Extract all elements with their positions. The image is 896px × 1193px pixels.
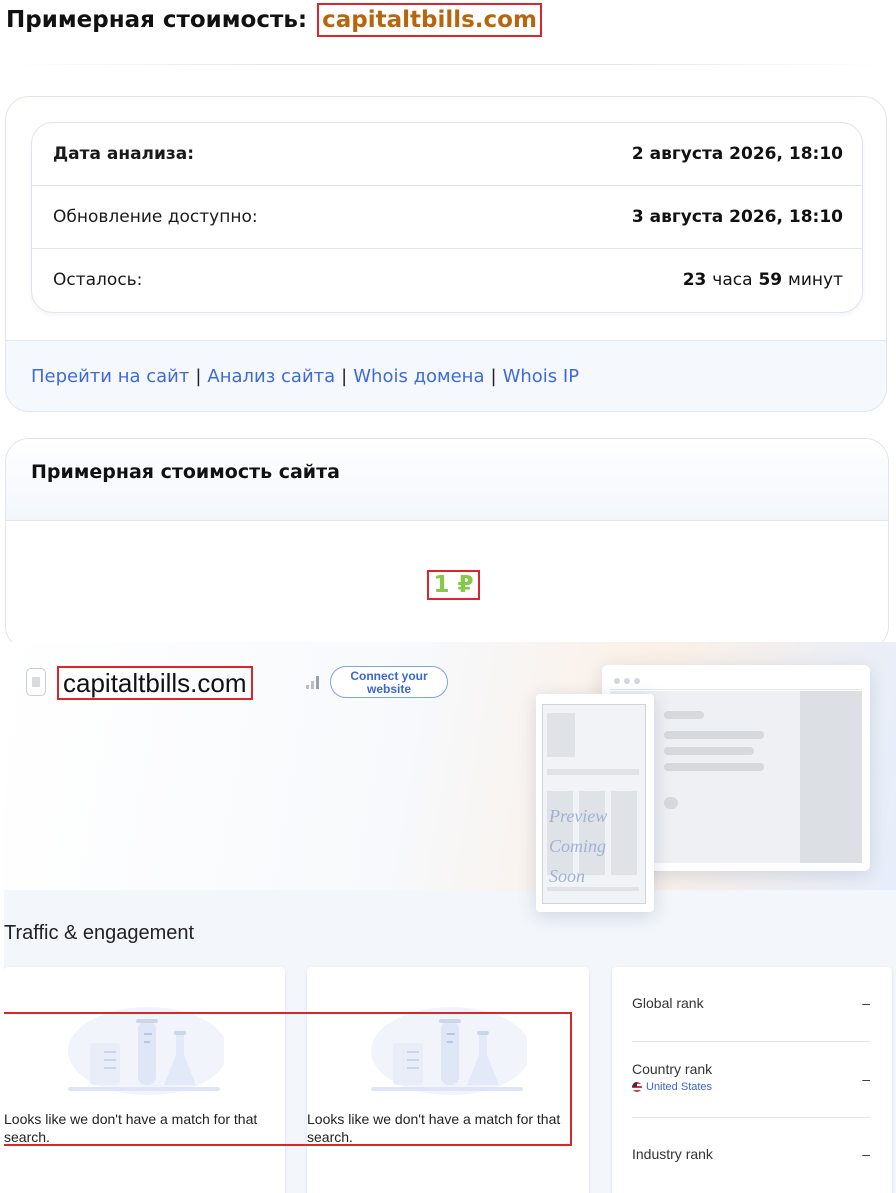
page-title-domain: capitaltbills.com: [317, 3, 542, 37]
empty-lab-icon: [371, 1007, 527, 1095]
global-rank-value: –: [862, 995, 870, 1011]
remaining-hours-unit: часа: [712, 269, 753, 290]
valuation-price: 1 ₽: [427, 570, 480, 600]
link-separator: |: [490, 366, 497, 387]
industry-rank-value: –: [862, 1146, 870, 1162]
rank-panel: Global rank – Country rank – United Stat…: [612, 967, 892, 1193]
analysis-date-row: Дата анализа: 2 августа 2026, 18:10: [32, 123, 862, 185]
analysis-card: Дата анализа: 2 августа 2026, 18:10 Обно…: [5, 96, 887, 412]
empty-lab-icon: [68, 1007, 224, 1095]
traffic-panel: Looks like we don't have a match for tha…: [4, 967, 285, 1193]
update-available-value: 3 августа 2026, 18:10: [631, 206, 843, 227]
no-match-text: Looks like we don't have a match for tha…: [307, 1111, 561, 1145]
update-available-label: Обновление доступно:: [53, 206, 258, 227]
preview-coming-soon: Preview Coming Soon: [549, 806, 608, 886]
remaining-hours: 23: [682, 269, 707, 290]
global-rank-row: Global rank –: [632, 995, 870, 1011]
analysis-table: Дата анализа: 2 августа 2026, 18:10 Обно…: [31, 122, 863, 313]
global-rank-label: Global rank: [632, 995, 704, 1011]
traffic-widget: capitaltbills.com Connect your website P…: [4, 642, 896, 1193]
industry-rank-label: Industry rank: [632, 1146, 713, 1162]
signal-bars-icon: [306, 676, 319, 689]
link-site-analysis[interactable]: Анализ сайта: [207, 366, 335, 387]
update-available-row: Обновление доступно: 3 августа 2026, 18:…: [32, 185, 862, 247]
remaining-minutes: 59: [758, 269, 783, 290]
page-title-prefix: Примерная стоимость:: [6, 7, 308, 33]
rank-divider: [632, 1041, 870, 1042]
us-flag-icon: [632, 1082, 642, 1092]
remaining-value: 23 часа 59 минут: [683, 270, 843, 290]
country-rank-label: Country rank: [632, 1061, 713, 1077]
remaining-label: Осталось:: [53, 269, 143, 290]
link-go-to-site[interactable]: Перейти на сайт: [31, 366, 189, 387]
title-divider: [6, 64, 886, 65]
valuation-card: Примерная стоимость сайта 1 ₽: [5, 438, 889, 650]
remaining-minutes-unit: минут: [788, 269, 843, 290]
country-link[interactable]: United States: [632, 1081, 870, 1093]
industry-rank-row: Industry rank –: [632, 1146, 870, 1162]
site-links-bar: Перейти на сайт | Анализ сайта | Whois д…: [6, 340, 886, 411]
remaining-row: Осталось: 23 часа 59 минут: [32, 248, 862, 310]
country-rank-row: Country rank – United States: [632, 1061, 870, 1093]
no-match-text: Looks like we don't have a match for tha…: [4, 1111, 258, 1145]
traffic-panel: Looks like we don't have a match for tha…: [307, 967, 589, 1193]
link-whois-ip[interactable]: Whois IP: [503, 366, 579, 387]
connect-website-button[interactable]: Connect your website: [330, 666, 448, 698]
rank-divider: [632, 1117, 870, 1118]
mobile-preview: Preview Coming Soon: [536, 694, 654, 912]
link-whois-domain[interactable]: Whois домена: [353, 366, 484, 387]
country-name: United States: [646, 1081, 713, 1093]
widget-hero: capitaltbills.com Connect your website P…: [4, 642, 896, 912]
site-favicon-icon: [26, 668, 46, 696]
valuation-title: Примерная стоимость сайта: [31, 461, 340, 483]
country-rank-value: –: [862, 1071, 870, 1087]
widget-site-name: capitaltbills.com: [57, 666, 253, 700]
link-separator: |: [195, 366, 202, 387]
analysis-date-label: Дата анализа:: [53, 144, 195, 164]
page-title: Примерная стоимость: capitaltbills.com: [6, 2, 542, 38]
traffic-title: Traffic & engagement: [4, 922, 195, 944]
analysis-date-value: 2 августа 2026, 18:10: [631, 144, 843, 164]
link-separator: |: [341, 366, 348, 387]
